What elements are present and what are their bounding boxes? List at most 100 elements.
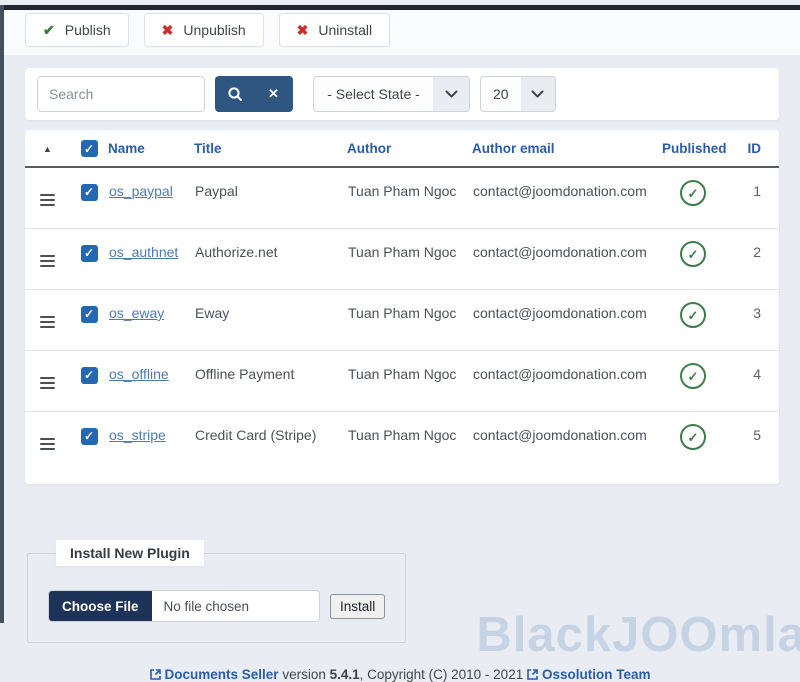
check-icon: ✓ [688,248,699,261]
published-status-icon[interactable]: ✓ [680,302,706,328]
header-published[interactable]: Published [662,130,724,167]
search-input[interactable] [37,76,205,112]
header-title[interactable]: Title [194,130,347,167]
row-checkbox[interactable]: ✓ [81,306,98,323]
plugin-title: Offline Payment [194,351,347,412]
row-checkbox[interactable]: ✓ [81,367,98,384]
search-submit-button[interactable] [215,76,254,112]
check-icon: ✓ [688,187,699,200]
check-icon: ✓ [84,308,94,320]
uninstall-button[interactable]: ✖ Uninstall [279,13,390,47]
plugin-id: 3 [724,290,779,351]
plugin-author: Tuan Pham Ngoc [347,412,472,473]
plugin-title: Eway [194,290,347,351]
plugins-table-card: ▲ ✓ Name Title Author Author email Publi… [25,130,779,484]
plugin-id: 4 [724,351,779,412]
plugin-id: 1 [724,167,779,229]
external-link-icon [150,669,161,680]
select-all-checkbox[interactable]: ✓ [81,140,98,157]
unpublish-button[interactable]: ✖ Unpublish [144,13,264,47]
table-row: ✓ os_eway Eway Tuan Pham Ngoc contact@jo… [25,290,779,351]
published-status-icon[interactable]: ✓ [680,180,706,206]
plugin-name-link[interactable]: os_paypal [109,183,173,199]
header-name[interactable]: Name [108,130,194,167]
footer-version-number: 5.4.1 [330,667,360,682]
sort-order-icon[interactable]: ▲ [43,144,52,154]
left-edge-bar [0,5,4,623]
row-checkbox[interactable]: ✓ [81,428,98,445]
file-upload-control: Choose File No file chosen [48,590,320,622]
drag-handle-icon[interactable] [40,194,55,206]
state-filter-value: - Select State - [314,77,433,111]
table-header-row: ▲ ✓ Name Title Author Author email Publi… [25,130,779,167]
drag-handle-icon[interactable] [40,316,55,328]
search-icon [227,86,243,102]
list-limit-value: 20 [481,77,521,111]
drag-handle-icon[interactable] [40,377,55,389]
check-icon: ✓ [84,430,94,442]
row-checkbox[interactable]: ✓ [81,184,98,201]
plugin-author: Tuan Pham Ngoc [347,351,472,412]
unpublish-button-label: Unpublish [183,22,245,38]
close-icon: ✕ [268,86,279,102]
table-row: ✓ os_offline Offline Payment Tuan Pham N… [25,351,779,412]
plugin-title: Authorize.net [194,229,347,290]
row-checkbox[interactable]: ✓ [81,245,98,262]
chevron-down-icon [445,90,458,98]
check-icon: ✓ [688,309,699,322]
check-icon: ✓ [84,186,94,198]
x-icon: ✖ [297,23,309,37]
plugin-name-link[interactable]: os_stripe [109,427,166,443]
check-icon: ✓ [84,247,94,259]
ossolution-team-link[interactable]: Ossolution Team [527,667,651,682]
published-status-icon[interactable]: ✓ [680,424,706,450]
documents-seller-link[interactable]: Documents Seller [150,667,279,682]
plugin-name-link[interactable]: os_authnet [109,244,178,260]
choose-file-button[interactable]: Choose File [49,591,152,621]
footer: Documents Seller version 5.4.1, Copyrigh… [0,667,800,682]
header-author[interactable]: Author [347,130,472,167]
table-row: ✓ os_stripe Credit Card (Stripe) Tuan Ph… [25,412,779,473]
top-edge-bar [0,5,800,10]
ossolution-team-link-label: Ossolution Team [542,667,651,682]
plugin-name-link[interactable]: os_offline [109,366,169,382]
footer-copyright: , Copyright (C) 2010 - 2021 [360,667,527,682]
header-id[interactable]: ID [724,130,779,167]
plugin-id: 5 [724,412,779,473]
drag-handle-icon[interactable] [40,255,55,267]
table-row: ✓ os_paypal Paypal Tuan Pham Ngoc contac… [25,167,779,229]
check-icon: ✓ [688,431,699,444]
plugin-author: Tuan Pham Ngoc [347,290,472,351]
plugin-id: 2 [724,229,779,290]
footer-version-label: version [279,667,330,682]
published-status-icon[interactable]: ✓ [680,241,706,267]
plugin-author: Tuan Pham Ngoc [347,167,472,229]
check-icon: ✓ [688,370,699,383]
check-icon: ✓ [84,143,94,155]
x-icon: ✖ [162,23,174,37]
documents-seller-link-label: Documents Seller [165,667,279,682]
plugin-author-email: contact@joomdonation.com [472,412,662,473]
check-icon: ✓ [84,369,94,381]
state-filter-select[interactable]: - Select State - [313,76,470,112]
plugin-author-email: contact@joomdonation.com [472,229,662,290]
search-clear-button[interactable]: ✕ [254,76,293,112]
plugin-name-link[interactable]: os_eway [109,305,164,321]
drag-handle-icon[interactable] [40,438,55,450]
install-new-plugin-legend: Install New Plugin [56,540,204,566]
list-limit-select[interactable]: 20 [480,76,556,112]
uninstall-button-label: Uninstall [318,22,372,38]
header-author-email[interactable]: Author email [472,130,662,167]
check-icon: ✔ [43,23,55,37]
chevron-down-icon [531,90,544,98]
install-button[interactable]: Install [330,594,385,619]
install-new-plugin-fieldset: Install New Plugin Choose File No file c… [27,540,406,643]
plugin-author-email: contact@joomdonation.com [472,351,662,412]
publish-button-label: Publish [65,22,111,38]
table-row: ✓ os_authnet Authorize.net Tuan Pham Ngo… [25,229,779,290]
external-link-icon [527,669,538,680]
published-status-icon[interactable]: ✓ [680,363,706,389]
publish-button[interactable]: ✔ Publish [25,13,129,47]
toolbar: ✔ Publish ✖ Unpublish ✖ Uninstall [0,5,800,55]
plugin-author-email: contact@joomdonation.com [472,290,662,351]
